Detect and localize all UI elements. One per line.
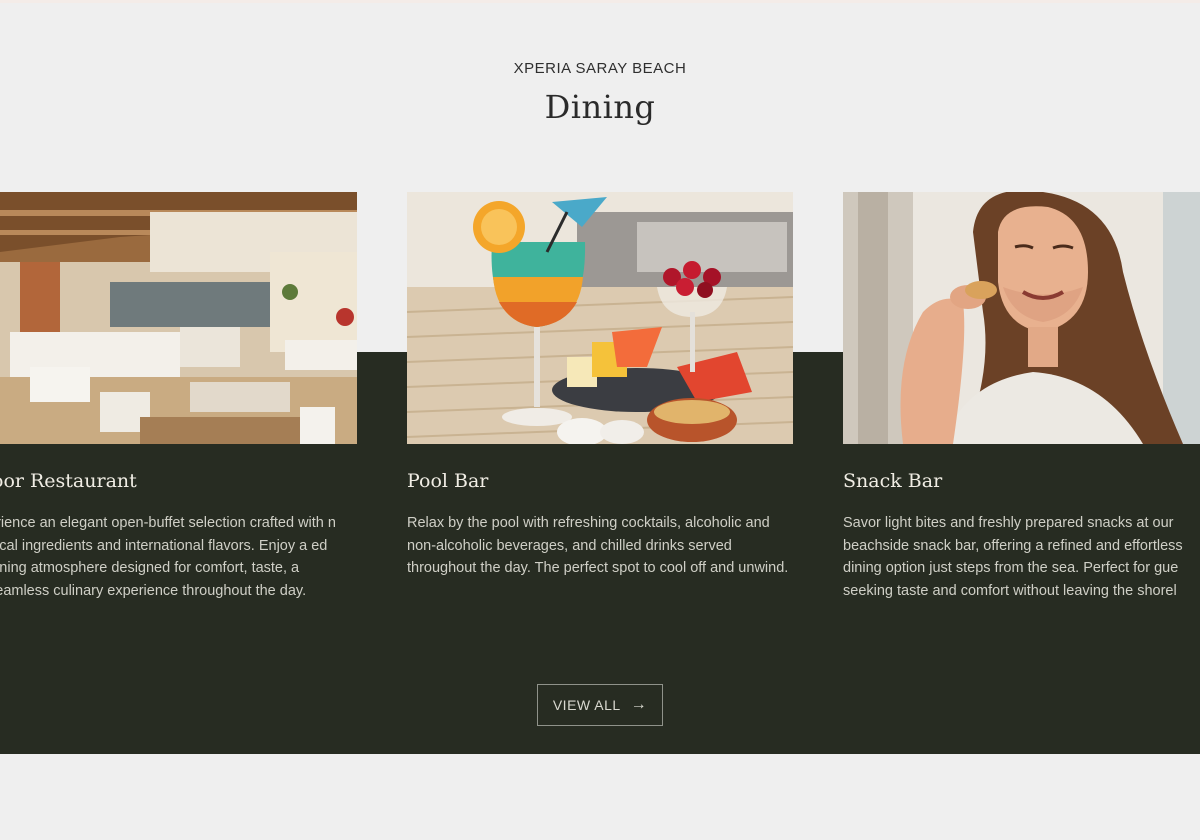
card-title-restaurant[interactable]: oor Restaurant (0, 470, 137, 492)
pool-bar-image[interactable] (407, 192, 793, 444)
card-description-pool-bar: Relax by the pool with refreshing cockta… (407, 515, 789, 576)
restaurant-image[interactable] (0, 192, 357, 444)
view-all-label: VIEW ALL (552, 697, 621, 713)
card-description-restaurant: erience an elegant open-buffet selection… (0, 515, 336, 599)
card-title-pool-bar[interactable]: Pool Bar (407, 470, 488, 492)
card-description-snack-bar: Savor light bites and freshly prepared s… (843, 515, 1183, 599)
top-border (0, 0, 1200, 3)
section-title: Dining (544, 88, 656, 126)
view-all-button[interactable]: VIEW ALL → (537, 684, 663, 726)
section-eyebrow: XPERIA SARAY BEACH (513, 60, 687, 77)
arrow-right-icon: → (630, 696, 648, 713)
card-title-snack-bar[interactable]: Snack Bar (843, 470, 942, 492)
snack-bar-image[interactable] (843, 192, 1200, 444)
